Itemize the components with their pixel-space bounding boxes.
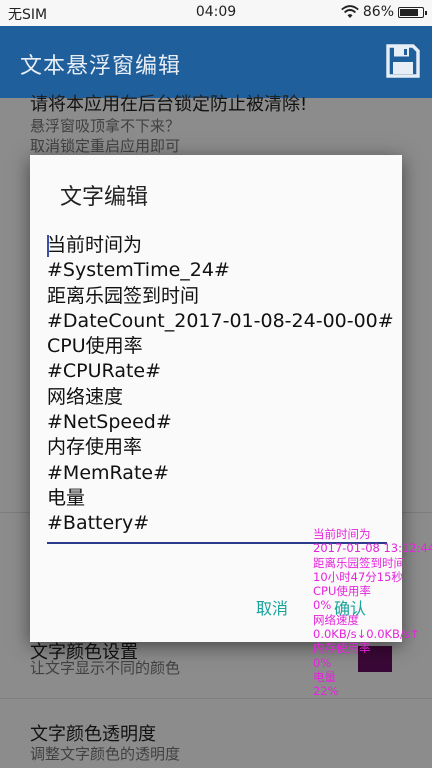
float-line: 0%: [313, 655, 332, 670]
float-line: 距离乐园签到时间: [313, 555, 405, 570]
cancel-button[interactable]: 取消: [256, 595, 288, 619]
editor-line: #SystemTime_24#: [47, 259, 230, 282]
text-editor[interactable]: 当前时间为 #SystemTime_24# 距离乐园签到时间 #DateCoun…: [47, 233, 394, 537]
editor-line: 内存使用率: [47, 436, 143, 459]
float-line: 内存使用率: [313, 641, 371, 656]
battery-icon: [398, 6, 427, 18]
status-bar: 无SIM 04:09 86%: [0, 0, 432, 26]
editor-line: #DateCount_2017-01-08-24-00-00#: [47, 309, 394, 332]
float-line: 2017-01-08 13:12:44: [313, 541, 432, 556]
float-line: 0.0KB/s↓0.0KB/s↑: [313, 627, 420, 642]
editor-line: CPU使用率: [47, 335, 143, 358]
float-line: 电量: [313, 669, 336, 684]
battery-percent: 86%: [362, 4, 394, 20]
editor-line: 距离乐园签到时间: [47, 284, 200, 307]
editor-line: 当前时间为: [47, 234, 143, 256]
floating-window[interactable]: 当前时间为 2017-01-08 13:12:44 距离乐园签到时间 10小时4…: [313, 527, 432, 699]
float-line: 22%: [313, 684, 339, 699]
editor-line: 网络速度: [47, 385, 124, 408]
app-bar: 文本悬浮窗编辑: [0, 26, 432, 98]
float-line: 当前时间为: [313, 527, 371, 541]
wifi-icon: [341, 5, 359, 18]
editor-line: #CPURate#: [47, 360, 162, 383]
text-cursor: [47, 235, 49, 257]
editor-line: #MemRate#: [47, 461, 169, 484]
page-title: 文本悬浮窗编辑: [20, 54, 182, 79]
status-icons: 86%: [341, 4, 427, 20]
save-icon[interactable]: [386, 44, 420, 78]
float-line: 网络速度: [313, 612, 359, 627]
float-line: CPU使用率: [313, 584, 371, 599]
dialog-title: 文字编辑: [60, 185, 149, 210]
float-line: 10小时47分15秒: [313, 569, 403, 584]
editor-line: #NetSpeed#: [47, 411, 172, 434]
float-line: 0%: [313, 598, 332, 613]
editor-line: 电量: [47, 486, 86, 509]
